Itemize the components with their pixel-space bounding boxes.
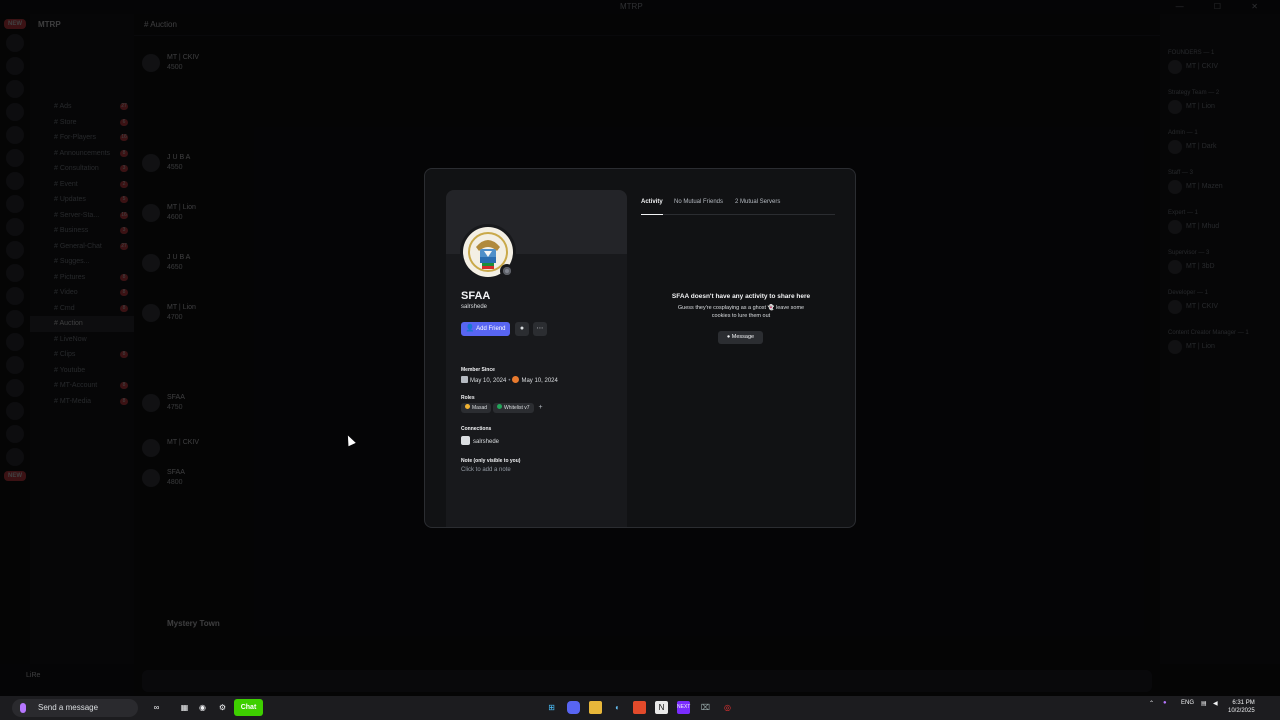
mic-tray-icon[interactable]: ● — [1163, 700, 1167, 706]
taskbar-message-input[interactable]: Send a message — [12, 699, 138, 717]
empty-line-2: cookies to lure them out — [711, 313, 771, 319]
settings-icon[interactable]: ⚙ — [216, 701, 229, 714]
note-title: Note (only visible to you) — [461, 458, 521, 464]
chrome-icon[interactable]: ◎ — [721, 701, 734, 714]
member-since-discord: May 10, 2024 — [470, 378, 507, 384]
wifi-icon[interactable]: ▤ — [1201, 700, 1207, 707]
server-icon — [512, 376, 520, 383]
profile-tabs: Activity No Mutual Friends 2 Mutual Serv… — [641, 199, 835, 215]
role-color-dot — [497, 404, 503, 409]
clock-date: 10/2/2025 — [1228, 708, 1255, 714]
status-offline-icon — [500, 264, 514, 278]
message-icon-button[interactable]: ● — [515, 322, 529, 336]
tab-activity[interactable]: Activity — [641, 199, 663, 215]
role-name: Whitelist v7 — [504, 405, 530, 411]
empty-line-1: Guess they're cosplaying as a ghost 👻 le… — [677, 305, 805, 311]
role-chip[interactable]: Masad — [461, 403, 492, 413]
message-label: Message — [731, 334, 755, 340]
member-since-row: May 10, 2024 • May 10, 2024 — [461, 376, 558, 384]
role-chip[interactable]: Whitelist v7 — [493, 403, 534, 413]
discord-icon — [461, 376, 468, 383]
add-role-button[interactable]: + — [536, 403, 546, 413]
profile-modal: SFAA salrshede 👤 Add Friend ● ⋯ Member Si… — [424, 168, 856, 528]
note-input[interactable]: Click to add a note — [461, 467, 511, 473]
taskbar: Send a message ∞ ▦ ◉ ⚙ Chat ⊞ ◐ N NEXT ⌧… — [0, 696, 1280, 720]
connection-row[interactable]: salrshede — [461, 436, 499, 445]
username: salrshede — [461, 304, 488, 310]
windows-start-icon[interactable]: ⊞ — [545, 701, 558, 714]
member-since-server: May 10, 2024 — [521, 378, 558, 384]
link-icon[interactable]: ∞ — [150, 701, 163, 714]
speaker-icon[interactable]: ◀ — [1213, 700, 1218, 707]
tab-mutual-servers[interactable]: 2 Mutual Servers — [735, 199, 780, 215]
folder-icon[interactable] — [589, 701, 602, 714]
connections-title: Connections — [461, 426, 492, 432]
clock-time: 6:31 PM — [1232, 700, 1255, 706]
calendar-icon[interactable]: ▦ — [178, 701, 191, 714]
roles-title: Roles — [461, 395, 475, 401]
display-name: SFAA — [461, 290, 491, 302]
separator-dot: • — [508, 378, 511, 384]
activity-empty-subtitle: Guess they're cosplaying as a ghost 👻 le… — [661, 304, 821, 320]
taskbar-placeholder: Send a message — [38, 703, 99, 712]
chevron-up-icon[interactable]: ⌃ — [1149, 700, 1154, 707]
discord-taskbar-icon[interactable] — [567, 701, 580, 714]
chat-icon[interactable]: ◉ — [196, 701, 209, 714]
next-app-icon[interactable]: NEXT — [677, 701, 690, 714]
terminal-icon[interactable]: ⌧ — [699, 701, 712, 714]
connection-name: salrshede — [473, 439, 500, 445]
add-friend-icon: 👤 — [465, 325, 475, 332]
member-since-title: Member Since — [461, 367, 495, 373]
more-options-button[interactable]: ⋯ — [533, 322, 547, 336]
roles-list: Masad Whitelist v7 + — [461, 403, 546, 413]
profile-left-panel: SFAA salrshede 👤 Add Friend ● ⋯ Member Si… — [446, 190, 627, 527]
chat-button[interactable]: Chat — [234, 699, 263, 716]
role-color-dot — [465, 404, 470, 409]
app-root: MTRP — ☐ ✕ NEW NEW MTRP # Ads 27 # Store… — [0, 0, 1280, 720]
add-friend-button[interactable]: 👤 Add Friend — [461, 322, 510, 336]
add-friend-label: Add Friend — [476, 326, 506, 332]
steam-icon[interactable]: ◐ — [611, 701, 624, 714]
mic-icon — [20, 703, 26, 713]
activity-empty-title: SFAA doesn't have any activity to share … — [671, 293, 811, 300]
tab-mutual-friends[interactable]: No Mutual Friends — [674, 199, 723, 215]
notion-icon[interactable]: N — [655, 701, 668, 714]
language-indicator[interactable]: ENG — [1181, 700, 1194, 706]
more-icon: ⋯ — [536, 325, 544, 332]
connection-icon — [461, 436, 470, 445]
brave-icon[interactable] — [633, 701, 646, 714]
message-button[interactable]: ● Message — [718, 331, 763, 344]
chat-bubble-icon: ● — [519, 325, 525, 332]
clock[interactable]: 6:31 PM 10/2/2025 — [1228, 699, 1255, 715]
role-name: Masad — [472, 405, 488, 411]
